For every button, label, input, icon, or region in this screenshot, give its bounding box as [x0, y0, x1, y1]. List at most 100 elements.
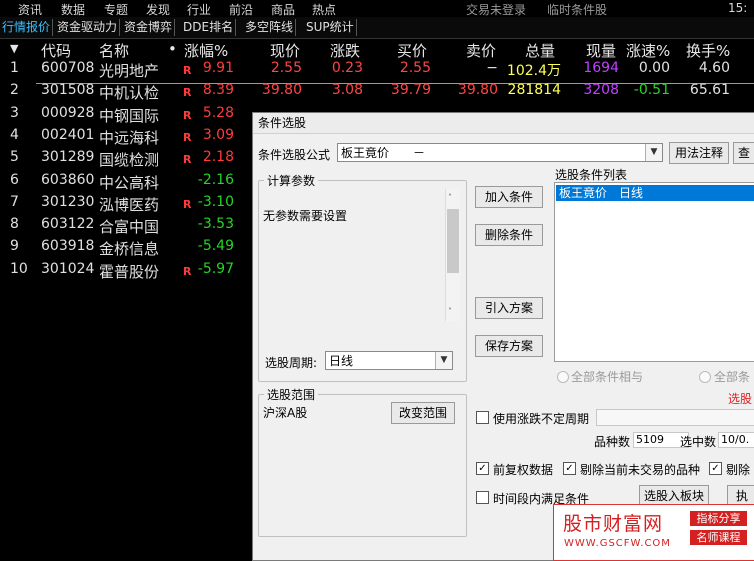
view-button[interactable]: 查 [733, 142, 754, 164]
pct-change: 9.91 [202, 60, 234, 76]
fq-checkbox[interactable]: ✓ [476, 462, 489, 475]
current-volume: 3208 [583, 82, 619, 99]
menu-item-news[interactable]: 资讯 [18, 1, 42, 18]
row-index: 2 [10, 82, 19, 99]
range-title: 选股范围 [264, 386, 319, 403]
menu-item-industry[interactable]: 行业 [187, 1, 211, 18]
params-scrollbar[interactable]: ˄ ˅ [445, 189, 460, 321]
column-price[interactable]: 现价 [270, 40, 300, 61]
column-speed[interactable]: 涨速% [626, 40, 670, 61]
delete-condition-button[interactable]: 删除条件 [475, 224, 543, 246]
current-price: 39.80 [261, 82, 302, 99]
column-turnover[interactable]: 换手% [686, 40, 730, 61]
turnover-rate: 4.60 [698, 60, 730, 76]
stock-name: 国缆检测 [99, 151, 160, 170]
period-label: 选股周期: [265, 356, 318, 370]
change-speed: 0.00 [638, 60, 670, 76]
period-range-input[interactable] [596, 409, 754, 426]
column-buy[interactable]: 买价 [397, 40, 427, 61]
price-change: 0.23 [331, 60, 363, 76]
chevron-down-icon[interactable]: ▼ [435, 352, 452, 369]
add-condition-button[interactable]: 加入条件 [475, 186, 543, 208]
calc-params-text: 无参数需要设置 [263, 209, 348, 223]
pct-change: -3.53 [197, 216, 234, 233]
tab-quotes[interactable]: 行情报价 [0, 19, 54, 36]
ask-price: − [486, 60, 498, 76]
tab-fund-drive[interactable]: 资金驱动力 [55, 19, 121, 36]
ask-price: 39.80 [457, 82, 498, 99]
calc-params-title: 计算参数 [264, 172, 319, 189]
scroll-down-icon[interactable]: ˅ [448, 307, 452, 316]
stock-code: 600708 [41, 60, 95, 76]
menu-item-data[interactable]: 数据 [61, 1, 85, 18]
pct-change: 5.28 [202, 104, 234, 121]
column-code[interactable]: 代码 [41, 40, 71, 61]
menu-item-commodity[interactable]: 商品 [271, 1, 295, 18]
formula-value: 板王竟价 － [341, 146, 426, 160]
radio-all-and[interactable] [557, 371, 569, 383]
range-value: 沪深A股 [263, 406, 308, 420]
pct-change: -5.49 [197, 238, 234, 255]
dialog-title[interactable]: 条件选股 [253, 113, 754, 134]
sort-arrow-icon[interactable]: ▼ [10, 42, 18, 55]
radio-all-or-label: 全部条 [714, 370, 751, 384]
tab-long-short[interactable]: 多空阵线 [243, 19, 297, 36]
column-pct[interactable]: 涨幅% [184, 40, 228, 61]
row-index: 9 [10, 238, 19, 255]
time-checkbox[interactable] [476, 491, 489, 504]
column-change[interactable]: 涨跌 [330, 40, 360, 61]
menu-item-topic[interactable]: 专题 [104, 1, 128, 18]
row-index: 3 [10, 104, 19, 121]
period-value: 日线 [329, 354, 354, 368]
pct-change: -3.10 [197, 193, 234, 210]
condition-list[interactable]: 板王竟价 日线 [554, 182, 754, 362]
table-row[interactable]: 2 301508 中机认检 R 8.39 39.80 3.08 39.79 39.80 28181… [0, 82, 754, 104]
stock-name: 泓博医药 [99, 195, 160, 214]
pct-change: -2.16 [197, 171, 234, 188]
column-name[interactable]: 名称 [99, 40, 129, 61]
change-speed: -0.51 [633, 82, 670, 99]
row-index: 4 [10, 126, 19, 143]
use-period-checkbox[interactable] [476, 411, 489, 424]
menu-item-discover[interactable]: 发现 [146, 1, 170, 18]
chevron-down-icon[interactable]: ▼ [645, 144, 662, 161]
scroll-thumb[interactable] [447, 209, 459, 273]
row-index: 5 [10, 149, 19, 166]
current-price: 2.55 [270, 60, 302, 76]
r-flag: R [183, 197, 192, 211]
import-scheme-button[interactable]: 引入方案 [475, 297, 543, 319]
exclude-checkbox[interactable]: ✓ [563, 462, 576, 475]
stock-name: 中公高科 [99, 173, 160, 192]
bid-price: 2.55 [399, 60, 431, 76]
bid-price: 39.79 [390, 82, 431, 99]
radio-all-or[interactable] [699, 371, 711, 383]
condition-list-item[interactable]: 板王竟价 日线 [556, 185, 754, 201]
scroll-up-icon[interactable]: ˄ [448, 193, 452, 202]
login-status[interactable]: 交易未登录 [466, 1, 526, 18]
menu-item-hot[interactable]: 热点 [312, 1, 336, 18]
formula-select[interactable]: 板王竟价 － ▼ [337, 143, 663, 162]
save-scheme-button[interactable]: 保存方案 [475, 335, 543, 357]
stock-code: 000928 [41, 104, 95, 121]
stock-name: 中机认检 [99, 84, 160, 103]
tab-sup-stats[interactable]: SUP统计 [304, 19, 357, 36]
price-change: 3.08 [331, 82, 363, 99]
r-flag: R [183, 86, 192, 100]
table-row[interactable]: 1 600708 光明地产 R 9.91 2.55 0.23 2.55 −102.4万 1694 0… [0, 60, 754, 82]
column-volume[interactable]: 总量 [525, 40, 555, 61]
menu-item-frontier[interactable]: 前沿 [229, 1, 253, 18]
change-range-button[interactable]: 改变范围 [391, 402, 455, 424]
column-sell[interactable]: 卖价 [466, 40, 496, 61]
stock-code: 603918 [41, 238, 95, 255]
column-current[interactable]: 现量 [586, 40, 616, 61]
exclude2-checkbox[interactable]: ✓ [709, 462, 722, 475]
tab-fund-game[interactable]: 资金博弈 [122, 19, 176, 36]
watermark-tag1: 指标分享 [690, 511, 747, 526]
usage-button[interactable]: 用法注释 [669, 142, 729, 164]
period-select[interactable]: 日线 ▼ [325, 351, 453, 370]
turnover-rate: 65.61 [689, 82, 730, 99]
row-index: 6 [10, 171, 19, 188]
watermark-url: WWW.GSCFW.COM [564, 538, 671, 549]
tab-dde-rank[interactable]: DDE排名 [181, 19, 237, 36]
exclude-label: 剔除当前未交易的品种 [580, 463, 701, 477]
